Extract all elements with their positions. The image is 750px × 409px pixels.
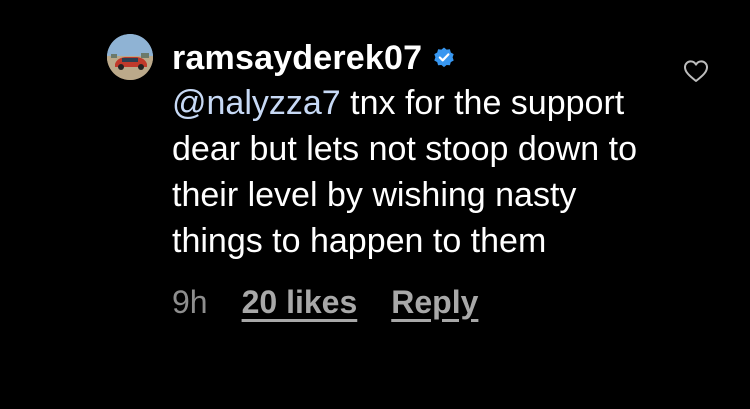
comment-text: @nalyzza7 tnx for the support dear but l…: [172, 80, 652, 264]
username[interactable]: ramsayderek07: [172, 30, 422, 86]
comment-content: ramsayderek07 @nalyzza7 tnx for the supp…: [172, 30, 652, 322]
comment-header: ramsayderek07: [172, 30, 652, 86]
verified-icon: [432, 46, 456, 70]
avatar-photo: [107, 34, 153, 80]
comment-meta: 9h 20 likes Reply: [172, 282, 652, 322]
timestamp: 9h: [172, 283, 208, 320]
mention-link[interactable]: @nalyzza7: [172, 84, 341, 122]
heart-icon[interactable]: [683, 59, 709, 83]
avatar[interactable]: [107, 34, 153, 80]
likes-count-link[interactable]: 20 likes: [242, 284, 358, 321]
comment-item: ramsayderek07 @nalyzza7 tnx for the supp…: [0, 0, 750, 409]
reply-button[interactable]: Reply: [391, 284, 478, 321]
